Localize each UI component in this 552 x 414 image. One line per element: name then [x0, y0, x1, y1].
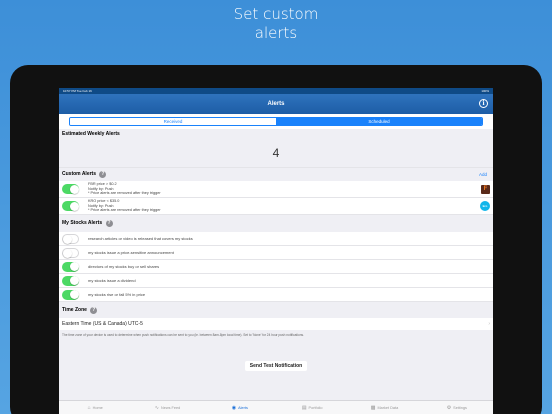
alert-note: * Price alerts are removed after they tr… — [88, 191, 161, 196]
news-feed-icon: ∿ — [154, 404, 159, 411]
tab-label: Portfolio — [308, 405, 323, 410]
tab-settings[interactable]: ⚙ Settings — [421, 401, 493, 414]
chevron-right-icon: › — [488, 321, 490, 327]
send-test-notification-button[interactable]: Send Test Notification — [245, 361, 307, 371]
tab-label: Settings — [453, 405, 467, 410]
time-zone-value: Eastern Time (US & Canada) UTC-5 — [62, 321, 143, 327]
promo-headline-line1: Set custom — [233, 5, 319, 23]
tab-home[interactable]: ⌂ Home — [59, 401, 131, 414]
segment-received[interactable]: Received — [70, 118, 276, 125]
weekly-alerts-label: Estimated Weekly Alerts — [62, 131, 120, 137]
alert-note: * Price alerts are removed after they tr… — [88, 208, 161, 213]
stock-logo-icon: F — [481, 184, 490, 194]
alert-toggle[interactable] — [62, 184, 79, 194]
promo-headline: Set custom alerts — [0, 5, 552, 43]
info-icon[interactable]: i — [479, 99, 488, 108]
page-title: Alerts — [267, 101, 285, 107]
time-zone-label: Time Zone — [62, 306, 87, 313]
tab-label: Home — [92, 405, 103, 410]
tab-bar: ⌂ Home ∿ News Feed ◉ Alerts ▤ Portfolio … — [59, 400, 493, 414]
tab-label: Alerts — [238, 405, 248, 410]
stock-alert-option[interactable]: research articles or video is released t… — [59, 232, 493, 246]
promo-headline-line2: alerts — [254, 24, 298, 42]
settings-icon: ⚙ — [446, 404, 452, 411]
time-zone-selector[interactable]: Eastern Time (US & Canada) UTC-5 › — [59, 318, 493, 330]
market-data-icon: ▩ — [370, 404, 376, 411]
stock-alert-option[interactable]: my stocks issue a dividend — [59, 274, 493, 288]
tab-news-feed[interactable]: ∿ News Feed — [131, 401, 203, 414]
option-toggle[interactable] — [62, 233, 79, 244]
stock-alert-option[interactable]: directors of my stocks buy or sell share… — [59, 260, 493, 274]
custom-alerts-heading: Custom Alerts ? Add — [59, 167, 493, 181]
option-label: my stocks issue a dividend — [88, 278, 136, 283]
segmented-control: Received Scheduled — [69, 117, 483, 126]
custom-alert-row[interactable]: KRO price < $35.0 Notify by: Push * Pric… — [59, 198, 493, 215]
app-screen: 10:57 PM Tue Feb 16 100% Alerts i Receiv… — [59, 88, 493, 414]
option-toggle[interactable] — [62, 275, 79, 286]
alert-details: FBR price > $0.2 Notify by: Push * Price… — [88, 182, 481, 196]
my-stocks-alerts-label: My Stocks Alerts — [62, 220, 103, 226]
help-icon[interactable]: ? — [105, 220, 113, 227]
navigation-bar: Alerts i — [59, 94, 493, 114]
segment-container: Received Scheduled — [59, 114, 493, 129]
option-label: my stocks rise or fall 5% in price — [88, 292, 146, 297]
tab-label: News Feed — [160, 405, 181, 410]
status-time: 10:57 PM Tue Feb 16 — [63, 89, 92, 93]
stock-alert-option[interactable]: my stocks rise or fall 5% in price — [59, 288, 493, 302]
option-label: research articles or video is released t… — [88, 236, 193, 241]
portfolio-icon: ▤ — [301, 404, 307, 411]
tab-portfolio[interactable]: ▤ Portfolio — [276, 401, 348, 414]
custom-alerts-label: Custom Alerts — [62, 171, 96, 177]
option-toggle[interactable] — [62, 247, 79, 258]
weekly-alerts-heading: Estimated Weekly Alerts — [59, 129, 493, 139]
option-toggle[interactable] — [62, 289, 79, 300]
help-icon[interactable]: ? — [99, 171, 107, 178]
alerts-icon: ◉ — [231, 404, 237, 411]
stock-logo-icon: kro — [480, 201, 490, 211]
alert-details: KRO price < $35.0 Notify by: Push * Pric… — [88, 199, 480, 213]
alert-toggle[interactable] — [62, 201, 79, 211]
tab-alerts[interactable]: ◉ Alerts — [204, 401, 276, 414]
add-alert-link[interactable]: Add — [479, 172, 487, 177]
tab-label: Market Data — [377, 405, 399, 410]
home-icon: ⌂ — [87, 404, 91, 411]
stock-alert-option[interactable]: my stocks issue a price-sensitive announ… — [59, 246, 493, 260]
time-zone-note: The time zone of your device is used to … — [62, 333, 305, 337]
time-zone-heading: Time Zone ? — [59, 302, 493, 318]
option-label: my stocks issue a price-sensitive announ… — [88, 250, 174, 255]
option-label: directors of my stocks buy or sell share… — [88, 264, 160, 269]
help-icon[interactable]: ? — [90, 306, 98, 314]
option-toggle[interactable] — [62, 261, 79, 272]
segment-scheduled[interactable]: Scheduled — [276, 118, 482, 125]
status-battery: 100% — [481, 89, 489, 93]
my-stocks-alerts-heading: My Stocks Alerts ? — [59, 215, 493, 232]
tab-market-data[interactable]: ▩ Market Data — [348, 401, 420, 414]
weekly-alerts-count: 4 — [59, 139, 493, 167]
custom-alert-row[interactable]: FBR price > $0.2 Notify by: Push * Price… — [59, 181, 493, 198]
